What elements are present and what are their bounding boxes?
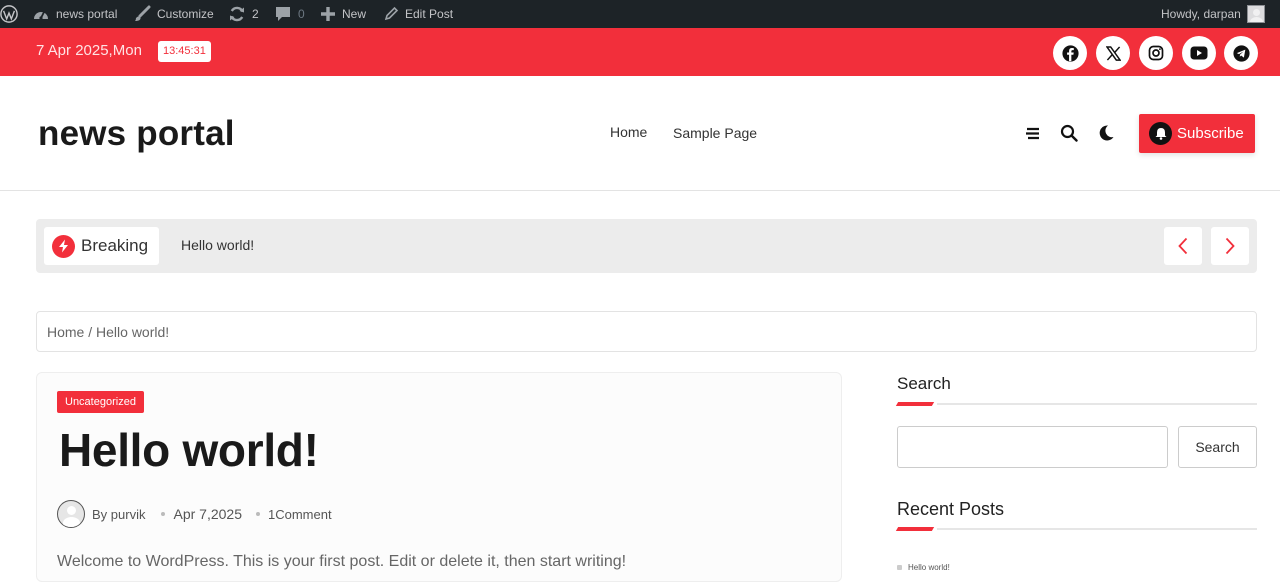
meta-separator-dot [161,512,166,516]
youtube-link[interactable] [1182,36,1216,70]
menu-icon[interactable] [1021,122,1043,144]
admin-bar-updates[interactable]: 2 [228,0,259,28]
breadcrumb-home[interactable]: Home [47,324,84,340]
breaking-headline[interactable]: Hello world! [181,237,254,253]
facebook-link[interactable] [1053,36,1087,70]
author-link[interactable]: purvik [111,507,146,522]
meta-separator-dot [255,512,260,516]
post-meta: By purvik Apr 7,2025 1Comment [57,500,332,528]
post-title: Hello world! [59,424,319,476]
search-button[interactable]: Search [1178,426,1257,468]
ticker-next-button[interactable] [1211,227,1249,265]
post-card: Uncategorized Hello world! By purvik Apr… [36,372,842,582]
recent-posts-title: Recent Posts [897,499,1005,519]
current-time: 13:45:31 [158,41,211,62]
post-excerpt: Welcome to WordPress. This is your first… [57,553,627,570]
comment-icon [276,7,290,21]
howdy-text: Howdy, darpan [1161,7,1241,21]
comments-link[interactable]: 1Comment [268,507,332,522]
site-title[interactable]: news portal [38,114,235,154]
author-prefix: By [92,506,108,522]
plus-icon [321,7,335,21]
brush-icon [135,5,151,21]
top-bar: 7 Apr 2025,Mon 13:45:31 [0,28,1280,76]
admin-bar-site-name: news portal [56,7,118,21]
wordpress-logo-icon[interactable] [0,0,18,28]
admin-bar: news portal Customize 2 0 New Edit Post … [0,0,1280,28]
pencil-icon [384,6,399,21]
ticker-prev-button[interactable] [1164,227,1202,265]
recent-post-item[interactable]: Hello world! [897,563,950,572]
facebook-icon [1061,44,1079,62]
recent-post-title: Hello world! [908,563,950,572]
x-icon [1105,45,1121,61]
x-link[interactable] [1096,36,1130,70]
instagram-link[interactable] [1139,36,1173,70]
admin-bar-site-link[interactable]: news portal [32,0,117,28]
telegram-icon [1232,44,1250,62]
chevron-left-icon [1178,237,1188,255]
dashboard-icon [34,11,48,20]
search-icon[interactable] [1058,122,1080,144]
admin-bar-new[interactable]: New [320,0,366,28]
site-header: news portal Home Sample Page Subscribe [0,76,1280,191]
admin-bar-edit-label: Edit Post [405,7,454,21]
bell-icon [1149,122,1172,145]
admin-bar-customize-label: Customize [157,7,214,21]
nav-sample-page[interactable]: Sample Page [673,125,757,141]
nav-home[interactable]: Home [610,124,647,140]
search-widget-title: Search [897,374,951,393]
instagram-icon [1148,45,1164,61]
admin-avatar [1246,5,1265,23]
search-input[interactable] [897,426,1168,468]
telegram-link[interactable] [1224,36,1258,70]
author-avatar [57,500,85,528]
comments-count: 0 [298,7,305,21]
admin-bar-new-label: New [342,7,367,21]
admin-bar-edit-post[interactable]: Edit Post [383,0,453,28]
admin-bar-customize[interactable]: Customize [133,0,214,28]
breadcrumb-separator: / [88,324,93,340]
recent-posts-underline [895,527,1257,531]
subscribe-label: Subscribe [1177,125,1244,142]
admin-bar-comments[interactable]: 0 [274,0,305,28]
breaking-news-bar: Breaking Hello world! [36,219,1257,273]
updates-count: 2 [252,7,259,21]
lightning-icon [52,234,75,258]
updates-icon [230,6,244,22]
post-date: Apr 7,2025 [173,506,242,522]
subscribe-button[interactable]: Subscribe [1139,114,1255,153]
breaking-label-text: Breaking [81,236,149,255]
chevron-right-icon [1225,237,1235,255]
breaking-label: Breaking [44,227,159,265]
admin-bar-account[interactable]: Howdy, darpan [1161,0,1265,28]
category-badge[interactable]: Uncategorized [57,391,144,413]
breadcrumb-current: Hello world! [96,324,170,340]
breadcrumb: Home / Hello world! [36,311,1257,352]
dark-mode-moon-icon[interactable] [1095,122,1117,144]
recent-post-thumbnail [897,565,902,570]
search-widget-underline [895,402,1257,406]
youtube-icon [1190,46,1208,60]
current-date: 7 Apr 2025,Mon [36,42,142,59]
